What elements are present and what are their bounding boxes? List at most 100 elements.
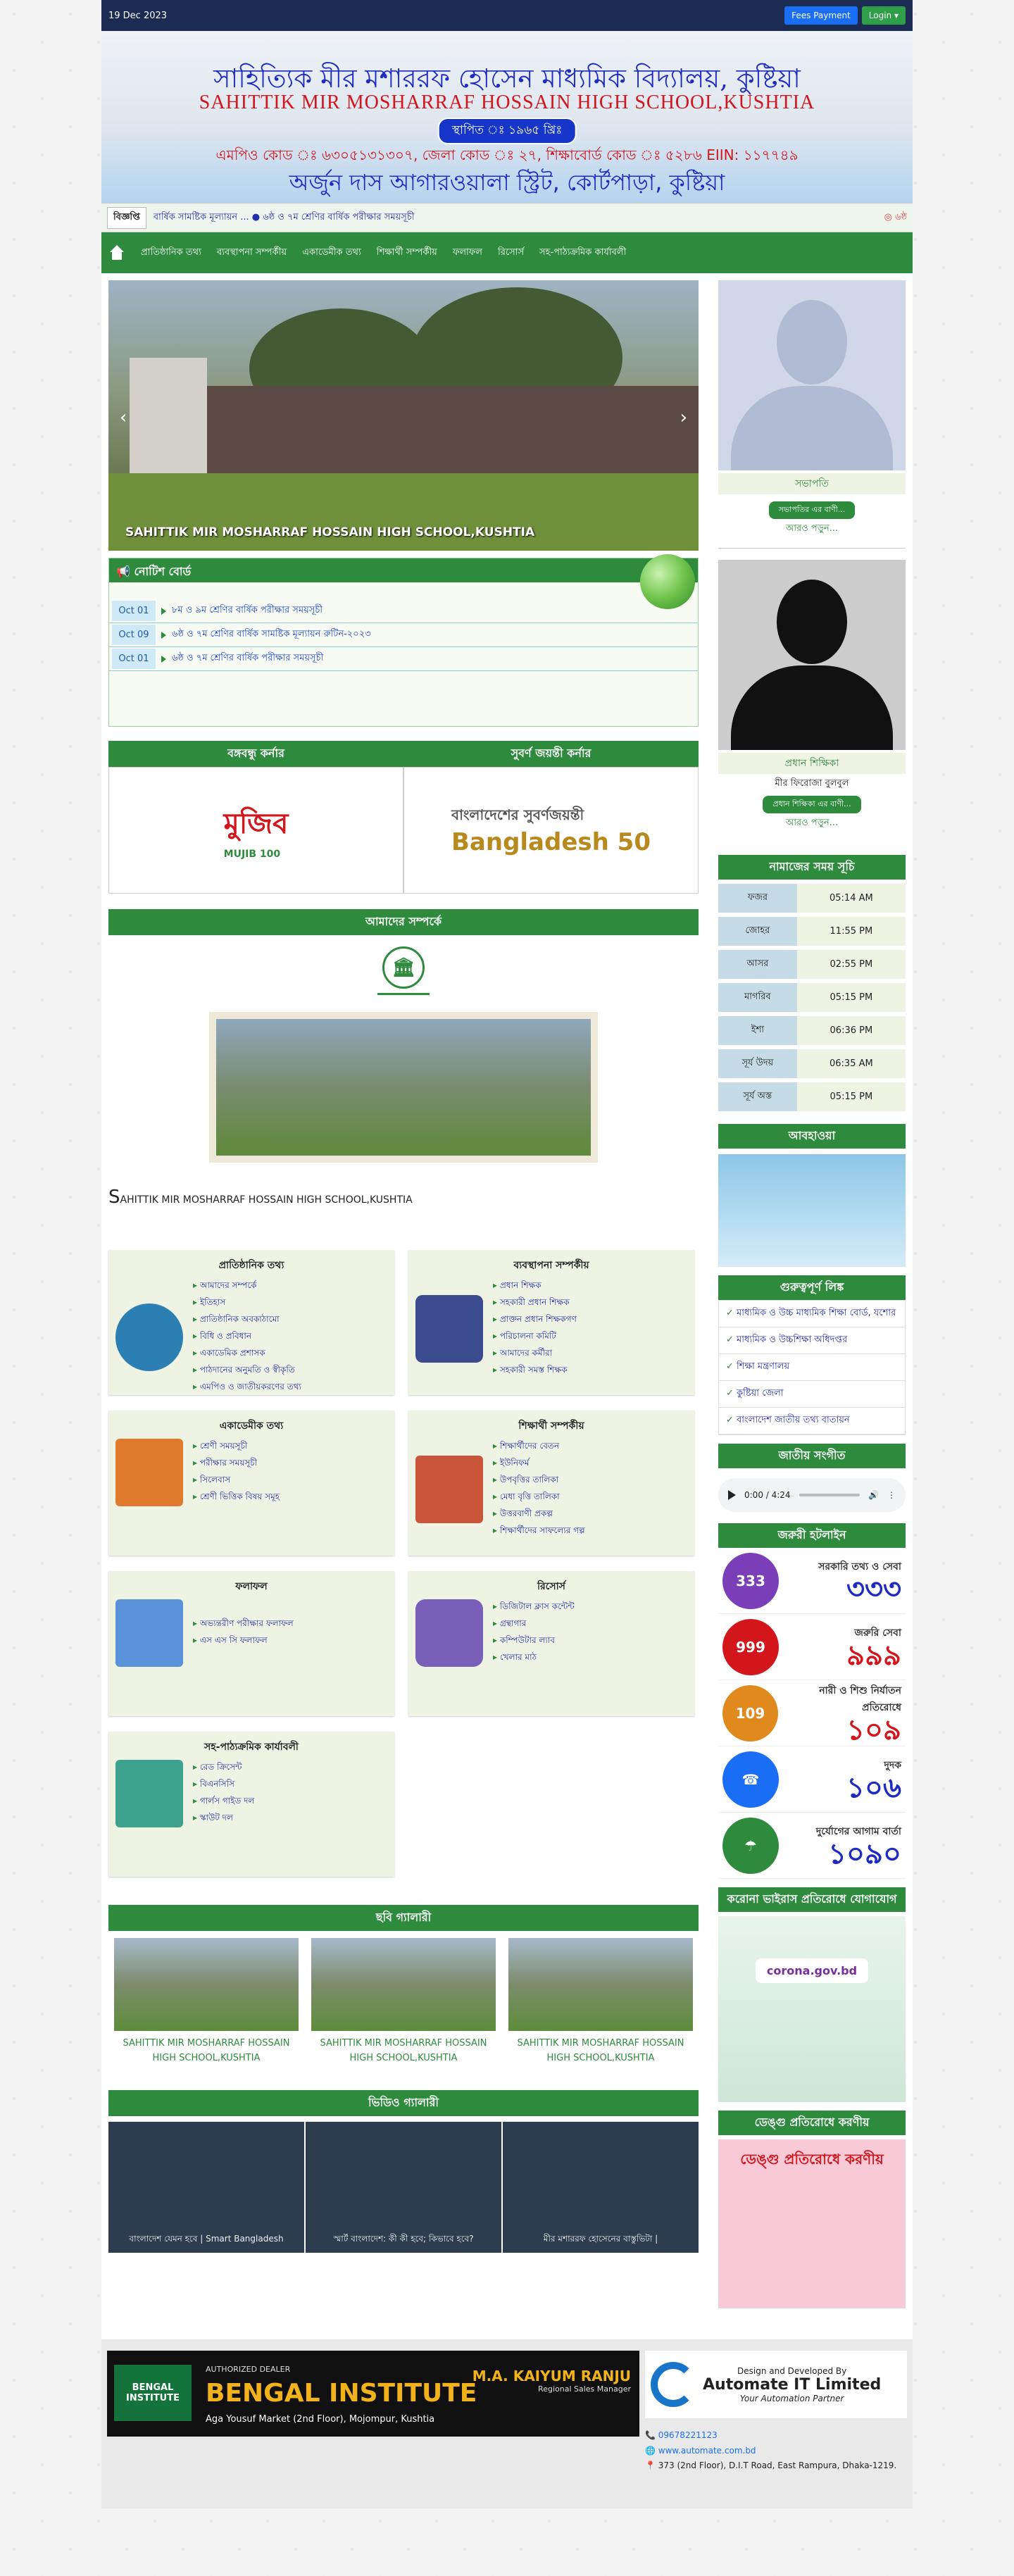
card-link[interactable]: শিক্ষার্থীদের সাফল্যের গল্প bbox=[493, 1523, 585, 1540]
gallery-image[interactable] bbox=[114, 1938, 299, 2031]
notice-item[interactable]: Oct 01 ৮ম ও ৯ম শ্রেণির বার্ষিক পরীক্ষার … bbox=[109, 599, 698, 623]
nav-item-management[interactable]: ব্যবস্থাপনা সম্পর্কীয় bbox=[217, 246, 287, 261]
card-link[interactable]: আমাদের সম্পর্কে bbox=[193, 1278, 301, 1295]
card-link[interactable]: বিধি ও প্রবিধান bbox=[193, 1329, 301, 1346]
card-link[interactable]: অভ্যন্তরীণ পরীক্ষার ফলাফল bbox=[193, 1616, 294, 1633]
card-link[interactable]: এস এস সি ফলাফল bbox=[193, 1633, 294, 1650]
card-link[interactable]: সিলেবাস bbox=[193, 1473, 280, 1489]
notice-text[interactable]: ৮ম ও ৯ম শ্রেণির বার্ষিক পরীক্ষার সময়সূচ… bbox=[172, 604, 323, 618]
card-link[interactable]: ইউনিফর্ম bbox=[493, 1456, 585, 1473]
important-link[interactable]: কুষ্টিয়া জেলা bbox=[719, 1381, 905, 1408]
notice-item[interactable]: Oct 09 ৬ষ্ঠ ও ৭ম শ্রেণির বার্ষিক সামষ্টি… bbox=[109, 623, 698, 647]
hotline-item[interactable]: 333 সরকারি তথ্য ও সেবা ৩৩৩ bbox=[718, 1548, 906, 1614]
video-item[interactable]: মীর মশাররফ হোসেনের বাস্তুভিটা | bbox=[503, 2121, 699, 2253]
card-link[interactable]: স্কাউট দল bbox=[193, 1811, 254, 1827]
card-link[interactable]: এমপিও ও জাতীয়করণের তথ্য bbox=[193, 1380, 301, 1396]
volume-icon[interactable]: 🔊 bbox=[868, 1490, 879, 1500]
card-link[interactable]: ইতিহাস bbox=[193, 1295, 301, 1312]
card-link[interactable]: শ্রেণী সময়সূচী bbox=[193, 1439, 280, 1456]
login-dropdown-button[interactable]: Login ▾ bbox=[861, 6, 906, 25]
hotline-item[interactable]: ☎ দুদক ১০৬ bbox=[718, 1746, 906, 1813]
card-link[interactable]: কম্পিউটার ল্যাব bbox=[493, 1633, 575, 1650]
important-link[interactable]: মাধ্যমিক ও উচ্চশিক্ষা অধিদপ্তর bbox=[719, 1327, 905, 1354]
card-link[interactable]: আমাদের কর্মীরা bbox=[493, 1346, 577, 1363]
card-link[interactable]: উত্তরবাণী প্রকল্প bbox=[493, 1506, 585, 1523]
card-link[interactable]: সহকারী সমস্ত শিক্ষক bbox=[493, 1363, 577, 1380]
president-read-more-link[interactable]: আরও পড়ুন... bbox=[718, 522, 906, 537]
card-link[interactable]: ডিজিটাল ক্লাস কন্টেন্ট bbox=[493, 1599, 575, 1616]
nav-item-institutional[interactable]: প্রাতিষ্ঠানিক তথ্য bbox=[141, 246, 201, 261]
developer-box[interactable]: Design and Developed By Automate IT Limi… bbox=[645, 2351, 907, 2418]
nav-item-resources[interactable]: রিসোর্স bbox=[498, 246, 524, 261]
important-link[interactable]: শিক্ষা মন্ত্রণালয় bbox=[719, 1354, 905, 1381]
video-item[interactable]: স্মার্ট বাংলাদেশ: কী কী হবে; কিভাবে হবে? bbox=[306, 2121, 501, 2253]
ticker-message[interactable]: বার্ষিক সামষ্টিক মূল্যায়ন ... ● ৬ষ্ঠ ও … bbox=[154, 211, 877, 225]
bangladesh-50-text: বাংলাদেশের সুবর্ণজয়ন্তী bbox=[451, 806, 584, 823]
gallery-image[interactable] bbox=[508, 1938, 693, 2031]
card-link[interactable]: প্রাক্তন প্রধান শিক্ষকগণ bbox=[493, 1312, 577, 1329]
dengue-banner[interactable]: ডেঙ্গু প্রতিরোধে করণীয় bbox=[718, 2139, 906, 2308]
notice-text[interactable]: ৬ষ্ঠ ও ৭ম শ্রেণির বার্ষিক পরীক্ষার সময়স… bbox=[172, 651, 323, 666]
headmistress-read-more-link[interactable]: আরও পড়ুন... bbox=[718, 816, 906, 831]
gallery-image[interactable] bbox=[311, 1938, 496, 2031]
video-title[interactable]: স্মার্ট বাংলাদেশ: কী কী হবে; কিভাবে হবে? bbox=[306, 2233, 501, 2247]
nav-item-results[interactable]: ফলাফল bbox=[453, 246, 482, 261]
card-link[interactable]: রেড ক্রিসেন্ট bbox=[193, 1760, 254, 1777]
bangladesh-50-logo[interactable]: বাংলাদেশের সুবর্ণজয়ন্তী Bangladesh 50 bbox=[403, 767, 699, 894]
corona-banner[interactable]: corona.gov.bd bbox=[718, 1916, 906, 2102]
card-link[interactable]: প্রধান শিক্ষক bbox=[493, 1278, 577, 1295]
gallery-item[interactable]: SAHITTIK MIR MOSHARRAF HOSSAIN HIGH SCHO… bbox=[311, 1938, 496, 2066]
card-link[interactable]: পরীক্ষার সময়সূচী bbox=[193, 1456, 280, 1473]
hotline-item[interactable]: 109 নারী ও শিশু নির্যাতন প্রতিরোধে ১০৯ bbox=[718, 1680, 906, 1746]
video-title[interactable]: বাংলাদেশ যেমন হবে | Smart Bangladesh bbox=[108, 2233, 304, 2247]
card-link[interactable]: বিএনসিসি bbox=[193, 1777, 254, 1794]
card-link[interactable]: উপবৃত্তির তালিকা bbox=[493, 1473, 585, 1489]
card-link[interactable]: পাঠদানের অনুমতি ও স্বীকৃতি bbox=[193, 1363, 301, 1380]
gallery-caption[interactable]: SAHITTIK MIR MOSHARRAF HOSSAIN HIGH SCHO… bbox=[311, 2037, 496, 2066]
card-link[interactable]: একাডেমিক প্রশাসক bbox=[193, 1346, 301, 1363]
nav-item-academic[interactable]: একাডেমীক তথ্য bbox=[302, 246, 361, 261]
president-message-button[interactable]: সভাপতির এর বাণী... bbox=[768, 501, 856, 519]
card-link[interactable]: খেলার মাঠ bbox=[493, 1650, 575, 1667]
developer-phone[interactable]: 09678221123 bbox=[658, 2430, 718, 2440]
bangabandhu-corner[interactable]: বঙ্গবন্ধু কর্নার মুজিব MUJIB 100 bbox=[108, 741, 403, 894]
hotline-item[interactable]: 999 জরুরি সেবা ৯৯৯ bbox=[718, 1614, 906, 1680]
audio-time: 0:00 / 4:24 bbox=[744, 1490, 791, 1500]
card-link[interactable]: মেধা বৃত্তি তালিকা bbox=[493, 1489, 585, 1506]
video-item[interactable]: বাংলাদেশ যেমন হবে | Smart Bangladesh bbox=[108, 2121, 304, 2253]
audio-progress[interactable] bbox=[799, 1494, 860, 1496]
important-link[interactable]: মাধ্যমিক ও উচ্চ মাধ্যমিক শিক্ষা বোর্ড, য… bbox=[719, 1301, 905, 1327]
divider bbox=[377, 993, 430, 995]
developer-website[interactable]: www.automate.com.bd bbox=[658, 2446, 756, 2456]
home-icon[interactable] bbox=[108, 245, 125, 261]
prayer-time: 06:35 AM bbox=[796, 1049, 906, 1078]
slider-prev-icon[interactable]: ‹ bbox=[120, 407, 127, 428]
bengal-institute-ad[interactable]: BENGAL INSTITUTE AUTHORIZED DEALER BENGA… bbox=[107, 2351, 639, 2437]
card-link[interactable]: সহকারী প্রধান শিক্ষক bbox=[493, 1295, 577, 1312]
mujib-100-logo[interactable]: মুজিব MUJIB 100 bbox=[108, 767, 403, 894]
notice-text[interactable]: ৬ষ্ঠ ও ৭ম শ্রেণির বার্ষিক সামষ্টিক মূল্য… bbox=[172, 627, 371, 642]
card-link[interactable]: গার্লস গাইড দল bbox=[193, 1794, 255, 1811]
notice-item[interactable]: Oct 01 ৬ষ্ঠ ও ৭ম শ্রেণির বার্ষিক পরীক্ষা… bbox=[109, 647, 698, 671]
nav-item-students[interactable]: শিক্ষার্থী সম্পর্কীয় bbox=[377, 246, 437, 261]
gallery-caption[interactable]: SAHITTIK MIR MOSHARRAF HOSSAIN HIGH SCHO… bbox=[508, 2037, 693, 2066]
play-icon[interactable] bbox=[728, 1490, 736, 1500]
hotline-item[interactable]: ☂ দুর্যোগের আগাম বার্তা ১০৯০ bbox=[718, 1813, 906, 1879]
card-link[interactable]: পরিচালনা কমিটি bbox=[493, 1329, 577, 1346]
card-link[interactable]: গ্রন্থাগার bbox=[493, 1616, 575, 1633]
fees-payment-button[interactable]: Fees Payment bbox=[784, 6, 858, 25]
video-title[interactable]: মীর মশাররফ হোসেনের বাস্তুভিটা | bbox=[503, 2233, 699, 2247]
ticker-controls[interactable]: ◎ ৬ষ্ঠ bbox=[884, 211, 907, 225]
card-link[interactable]: শ্রেণী ভিত্তিক বিষয় সমূহ bbox=[193, 1489, 280, 1506]
gallery-item[interactable]: SAHITTIK MIR MOSHARRAF HOSSAIN HIGH SCHO… bbox=[114, 1938, 299, 2066]
gallery-item[interactable]: SAHITTIK MIR MOSHARRAF HOSSAIN HIGH SCHO… bbox=[508, 1938, 693, 2066]
card-link[interactable]: প্রাতিষ্ঠানিক অবকাঠামো bbox=[193, 1312, 301, 1329]
card-link[interactable]: শিক্ষার্থীদের বেতন bbox=[493, 1439, 585, 1456]
slider-next-icon[interactable]: › bbox=[680, 407, 687, 428]
headmistress-message-button[interactable]: প্রধান শিক্ষিকা এর বাণী... bbox=[763, 796, 861, 813]
important-link[interactable]: বাংলাদেশ জাতীয় তথ্য বাতায়ন bbox=[719, 1408, 905, 1434]
golden-jubilee-corner[interactable]: সুবর্ণ জয়ন্তী কর্নার বাংলাদেশের সুবর্ণজ… bbox=[403, 741, 699, 894]
more-options-icon[interactable]: ⋮ bbox=[887, 1490, 896, 1500]
gallery-caption[interactable]: SAHITTIK MIR MOSHARRAF HOSSAIN HIGH SCHO… bbox=[114, 2037, 299, 2066]
nav-item-cocurricular[interactable]: সহ-পাঠ্যক্রমিক কার্যাবলী bbox=[539, 246, 626, 261]
